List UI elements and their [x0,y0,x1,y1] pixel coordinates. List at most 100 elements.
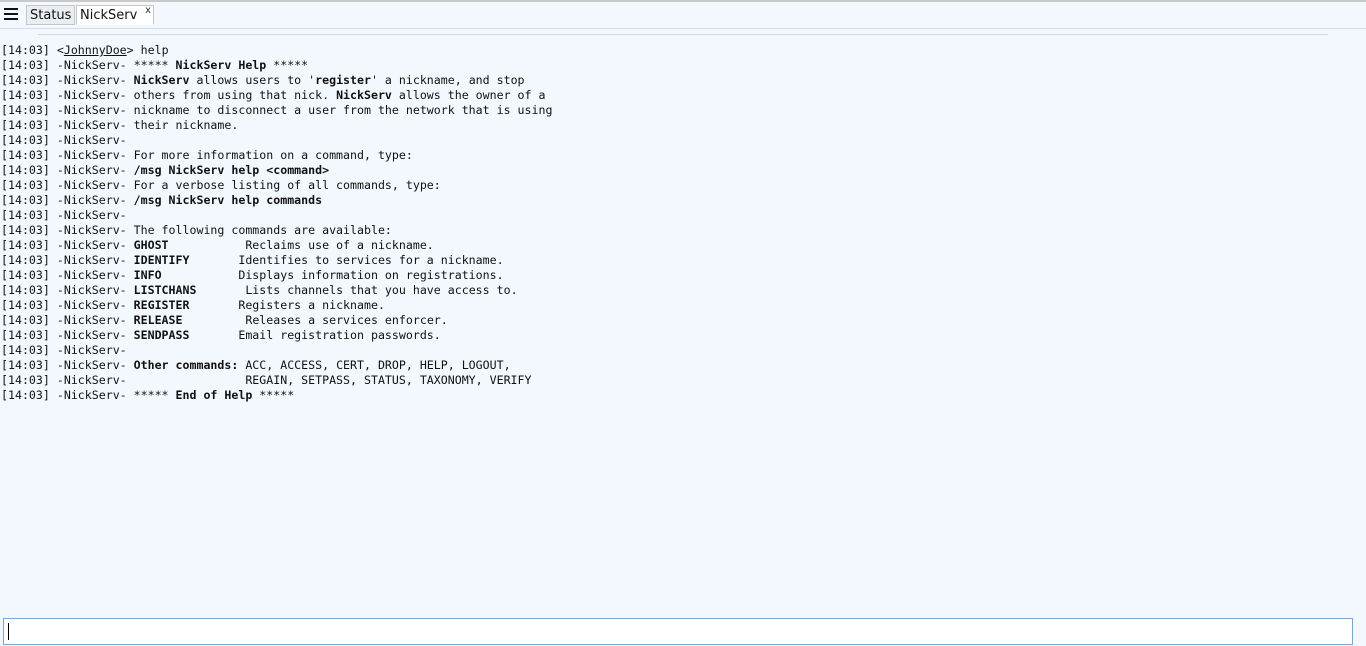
message-source: -NickServ- [49,193,134,207]
message-source: -NickServ- [49,73,134,87]
message-text-bold: Other commands: [133,358,239,372]
log-line: [14:03] -NickServ- NickServ allows users… [1,73,1361,88]
log-line: [14:03] -NickServ- their nickname. [1,118,1361,133]
message-source: -NickServ- [49,118,134,132]
message-text: allows users to ' [189,73,316,87]
log-line: [14:03] -NickServ- ***** NickServ Help *… [1,58,1361,73]
message-input-box[interactable] [3,618,1353,645]
log-line: [14:03] -NickServ- REGISTER Registers a … [1,298,1361,313]
log-line: [14:03] -NickServ- nickname to disconnec… [1,103,1361,118]
message-source: -NickServ- [49,133,134,147]
message-text: ***** [133,58,176,72]
message-source: -NickServ- [49,103,134,117]
message-text: allows the owner of a [391,88,546,102]
log-line: [14:03] -NickServ- The following command… [1,223,1361,238]
timestamp: [14:03] [1,193,50,207]
message-text-bold: NickServ [336,88,392,102]
timestamp: [14:03] [1,313,50,327]
log-line: [14:03] -NickServ- ***** End of Help ***… [1,388,1361,403]
log-line: [14:03] -NickServ- For more information … [1,148,1361,163]
timestamp: [14:03] [1,223,50,237]
message-text: Identifies to services for a nickname. [189,253,504,267]
message-text-bold: /msg NickServ help <command> [133,163,330,177]
message-source: -NickServ- [49,358,134,372]
nick-bracket: < [49,43,64,57]
log-line: [14:03] -NickServ- Other commands: ACC, … [1,358,1361,373]
message-source: -NickServ- [49,238,134,252]
message-text: Email registration passwords. [189,328,441,342]
timestamp: [14:03] [1,328,50,342]
message-source: -NickServ- [49,253,134,267]
timestamp: [14:03] [1,73,50,87]
message-text-bold: SENDPASS [133,328,190,342]
menu-icon[interactable] [4,8,18,20]
message-source: -NickServ- [49,328,134,342]
message-text-bold: INFO [133,268,162,282]
message-source: -NickServ- [49,268,134,282]
timestamp: [14:03] [1,163,50,177]
message-text: others from using that nick. [133,88,337,102]
message-text: REGAIN, SETPASS, STATUS, TAXONOMY, VERIF… [133,373,532,387]
message-text: ' a nickname, and stop [370,73,525,87]
log-line: [14:03] -NickServ- IDENTIFY Identifies t… [1,253,1361,268]
message-text: ***** [133,388,176,402]
timestamp: [14:03] [1,43,50,57]
message-source: -NickServ- [49,388,134,402]
message-text: Reclaims use of a nickname. [168,238,434,252]
message-text-bold: GHOST [133,238,169,252]
log-line: [14:03] -NickServ- SENDPASS Email regist… [1,328,1361,343]
message-text-bold: RELEASE [133,313,183,327]
timestamp: [14:03] [1,268,50,282]
message-text-bold: REGISTER [133,298,190,312]
tab-nickserv-label: NickServ [80,8,138,23]
message-text: Registers a nickname. [189,298,385,312]
log-line: [14:03] -NickServ- [1,133,1361,148]
message-source: -NickServ- [49,223,134,237]
log-line: [14:03] -NickServ- [1,343,1361,358]
log-line: [14:03] -NickServ- INFO Displays informa… [1,268,1361,283]
message-source: -NickServ- [49,373,134,387]
timestamp: [14:03] [1,238,50,252]
timestamp: [14:03] [1,118,50,132]
nick-link[interactable]: JohnnyDoe [64,43,127,57]
tab-nickserv[interactable]: NickServ x [76,5,154,25]
timestamp: [14:03] [1,298,50,312]
timestamp: [14:03] [1,208,50,222]
timestamp: [14:03] [1,388,50,402]
message-source: -NickServ- [49,58,134,72]
text-caret [8,623,9,640]
message-text: The following commands are available: [133,223,392,237]
message-text: Lists channels that you have access to. [196,283,518,297]
message-log: [14:03] <JohnnyDoe> help [14:03] -NickSer… [1,43,1361,403]
message-input[interactable] [4,619,1352,644]
message-text-bold: /msg NickServ help commands [133,193,323,207]
message-text: ***** [252,388,295,402]
timestamp: [14:03] [1,88,50,102]
timestamp: [14:03] [1,148,50,162]
message-source: -NickServ- [49,343,134,357]
message-text-bold: LISTCHANS [133,283,197,297]
log-line: [14:03] -NickServ- LISTCHANS Lists chann… [1,283,1361,298]
message-text: For more information on a command, type: [133,148,413,162]
message-source: -NickServ- [49,283,134,297]
message-source: -NickServ- [49,88,134,102]
timestamp: [14:03] [1,178,50,192]
tab-bar: Status NickServ x [0,2,1366,29]
tab-status-label: Status [30,8,72,23]
message-text: ***** [266,58,309,72]
log-line: [14:03] -NickServ- For a verbose listing… [1,178,1361,193]
tab-status[interactable]: Status [26,5,76,25]
message-text-bold: register [315,73,371,87]
close-icon[interactable]: x [145,1,151,21]
timestamp: [14:03] [1,58,50,72]
timestamp: [14:03] [1,133,50,147]
divider [38,34,1328,35]
log-line: [14:03] -NickServ- RELEASE Releases a se… [1,313,1361,328]
log-line: [14:03] <JohnnyDoe> help [1,43,1361,58]
log-line: [14:03] -NickServ- REGAIN, SETPASS, STAT… [1,373,1361,388]
timestamp: [14:03] [1,103,50,117]
message-source: -NickServ- [49,313,134,327]
message-text-bold: End of Help [175,388,253,402]
message-source: -NickServ- [49,298,134,312]
message-text: For a verbose listing of all commands, t… [133,178,441,192]
